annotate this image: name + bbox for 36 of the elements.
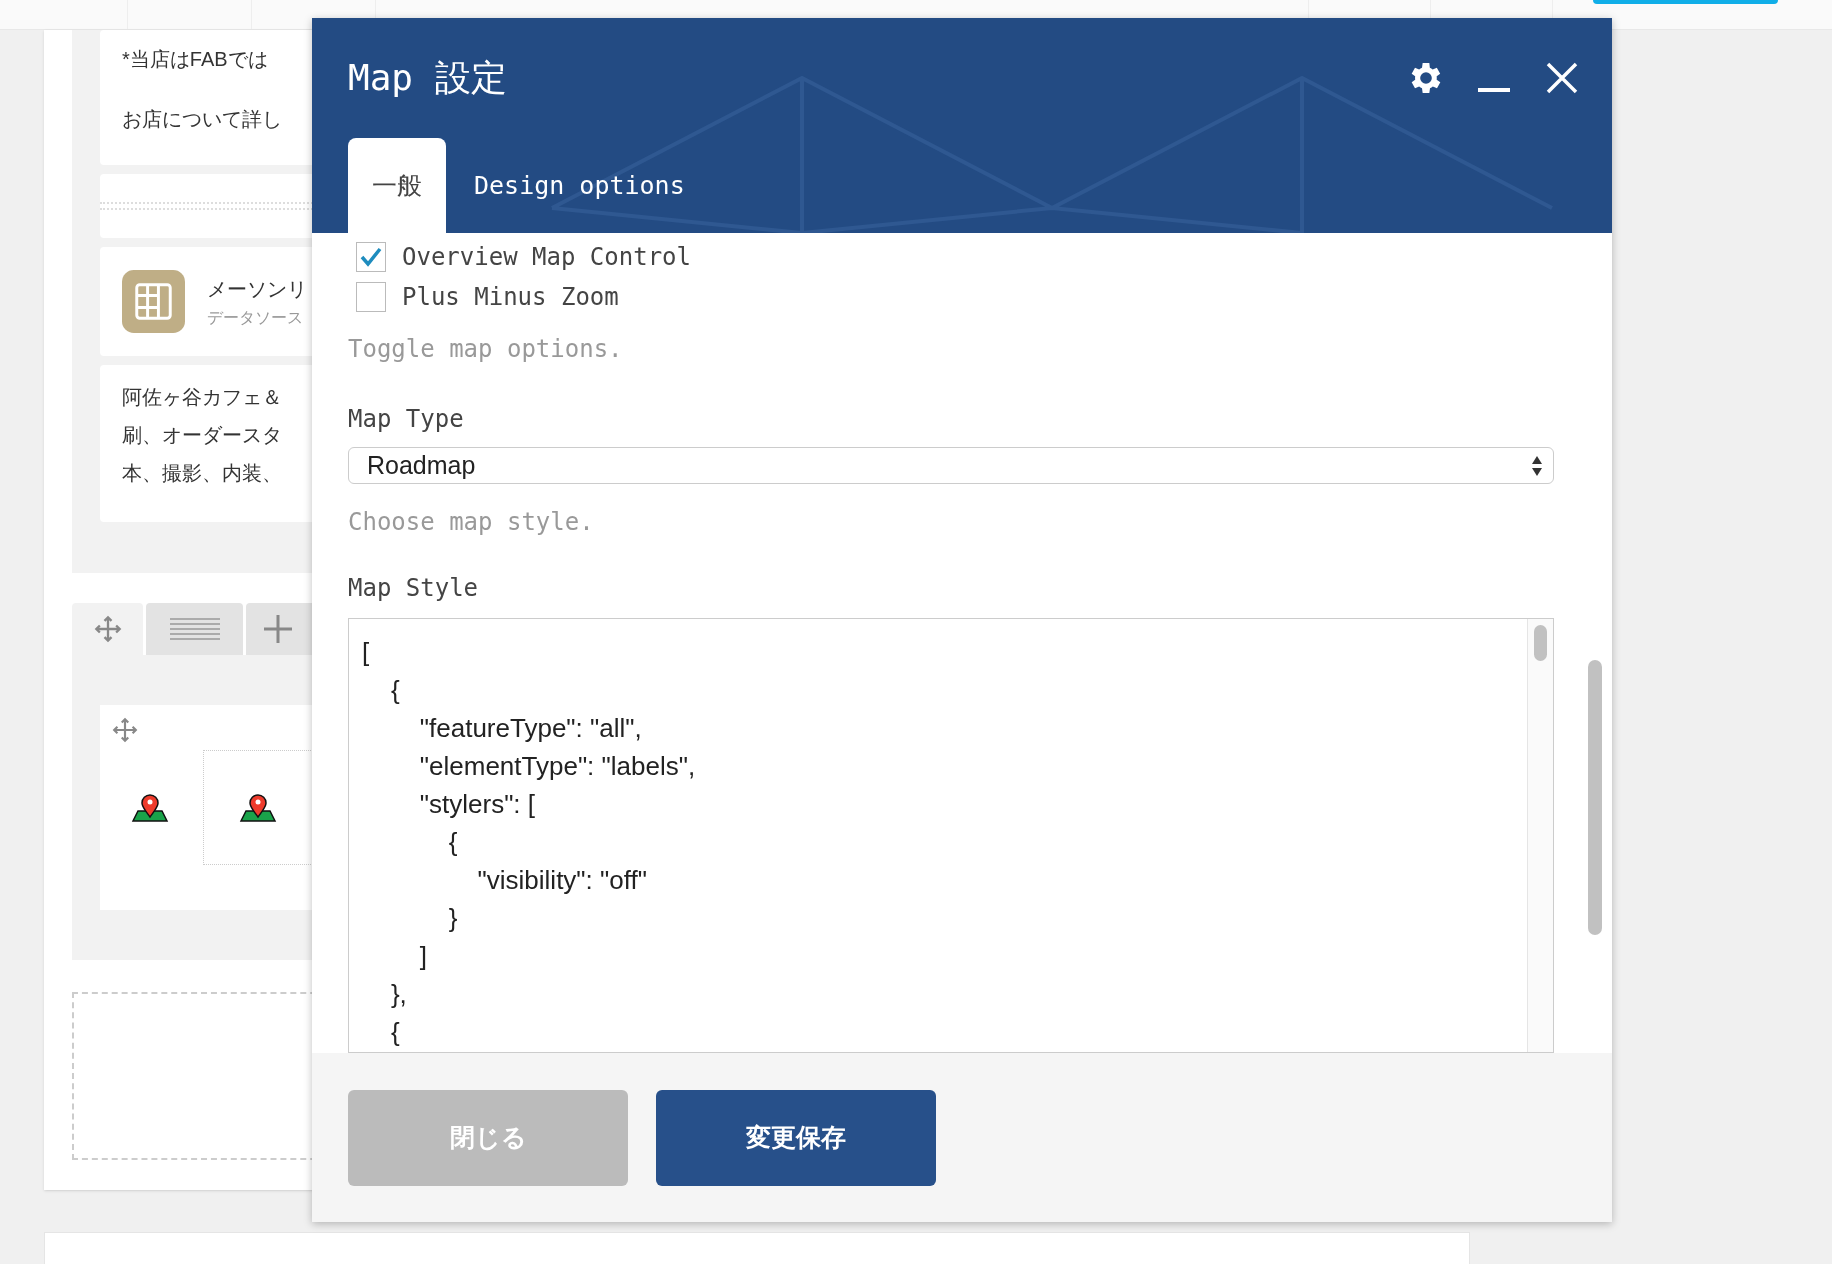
source-title: メーソンリ xyxy=(207,276,307,302)
layout-tab[interactable] xyxy=(146,603,243,655)
move-icon[interactable] xyxy=(112,717,138,743)
card-text: 刷、オーダースタ xyxy=(122,423,282,448)
field-label: Map Style xyxy=(348,573,480,604)
code-scrollbar[interactable] xyxy=(1527,619,1553,1052)
code-field[interactable]: [ { "featureType": "all", "elementType": "labels", "stylers": [ { "visibility": "off" } ] }, { xyxy=(348,618,1554,1053)
checkbox-label: Overview Map Control xyxy=(402,242,691,273)
card-text: 阿佐ヶ谷カフェ＆ xyxy=(122,385,282,410)
minimize-icon[interactable] xyxy=(1478,88,1510,94)
select-arrows-icon xyxy=(1531,454,1543,477)
lines-icon xyxy=(169,617,220,641)
field-label: Map Type xyxy=(348,404,465,435)
dialog-title: Map 設定 xyxy=(348,56,508,100)
help-text: Choose map style. xyxy=(348,507,595,538)
plus-icon xyxy=(264,615,292,643)
close-icon[interactable] xyxy=(1546,62,1578,94)
check-icon xyxy=(360,247,382,267)
checkbox-label: Plus Minus Zoom xyxy=(402,282,619,313)
card-text: 本、撮影、内装、 xyxy=(122,461,282,486)
source-subtitle: データソース xyxy=(207,307,304,328)
card-text: お店について詳し xyxy=(122,107,282,132)
checkbox[interactable] xyxy=(356,242,386,272)
move-tab[interactable] xyxy=(72,603,143,655)
map-pin-icon xyxy=(130,791,170,823)
checkbox[interactable] xyxy=(356,282,386,312)
help-text: Toggle map options. xyxy=(348,334,624,365)
map-pin-icon xyxy=(238,791,278,823)
grid-icon xyxy=(122,270,185,333)
card-text: *当店はFABでは xyxy=(122,47,268,72)
map-type-select[interactable]: Roadmap xyxy=(348,447,1554,484)
scrollbar-thumb[interactable] xyxy=(1588,660,1602,935)
move-icon[interactable] xyxy=(93,615,122,643)
save-button[interactable]: 変更保存 xyxy=(656,1090,936,1186)
tab[interactable]: 一般 xyxy=(348,138,446,233)
tab[interactable]: Design options xyxy=(450,138,709,233)
